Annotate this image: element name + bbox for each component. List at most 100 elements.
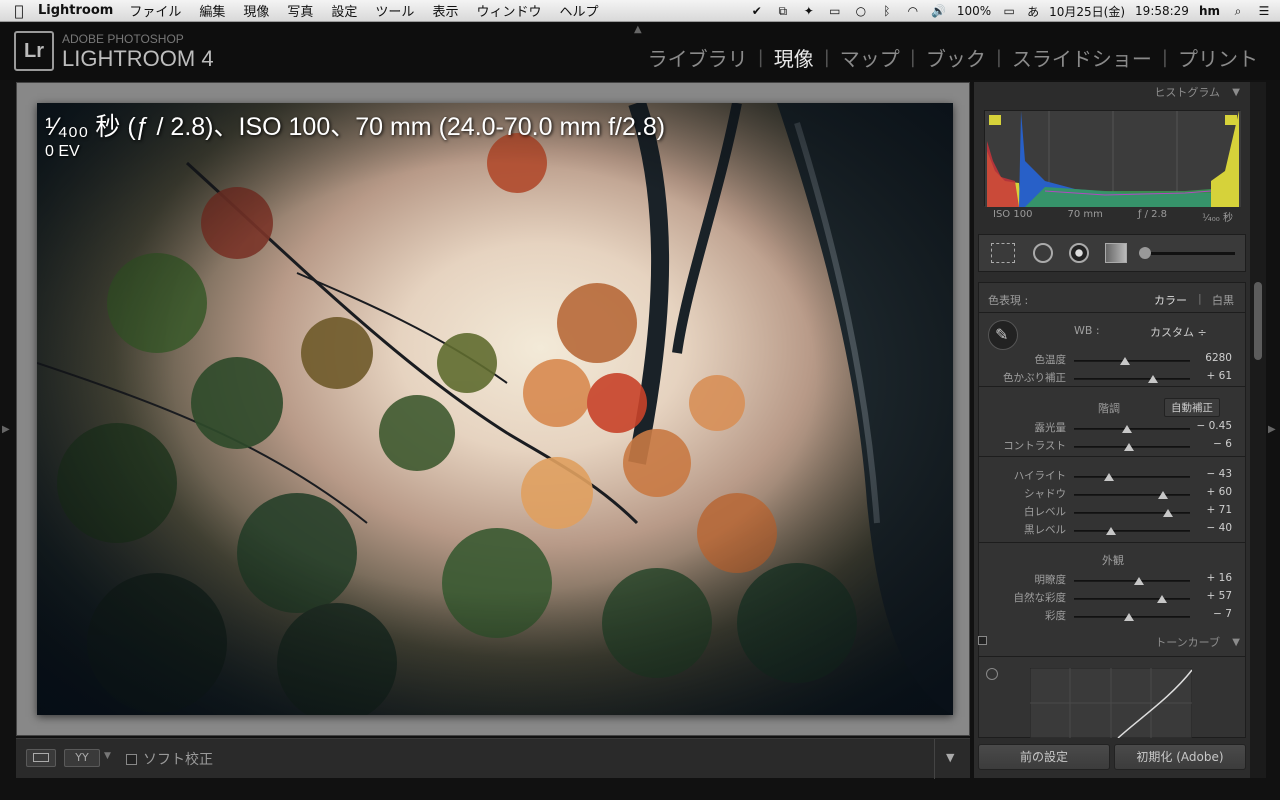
- slider-label-temp: 色温度: [1034, 354, 1067, 366]
- slider-knob-exposure[interactable]: [1122, 425, 1133, 433]
- target-adjust-icon[interactable]: [986, 668, 998, 680]
- right-panel-toggle-icon[interactable]: ▶: [1268, 424, 1276, 435]
- spot-removal-icon[interactable]: [1033, 243, 1053, 263]
- module-develop[interactable]: 現像: [764, 43, 824, 72]
- menu-file[interactable]: ファイル: [129, 1, 181, 20]
- slider-label-contrast: コントラスト: [1003, 440, 1066, 452]
- slider-knob-temp[interactable]: [1120, 357, 1131, 365]
- scrollbar-thumb[interactable]: [1254, 282, 1262, 360]
- tone-curve-toggle[interactable]: [978, 636, 987, 645]
- tone-curve-graph[interactable]: [1030, 668, 1192, 738]
- histogram[interactable]: ISO 100 70 mm ƒ / 2.8 ¹⁄₄₀₀ 秒: [984, 110, 1241, 224]
- slider-knob-highlights[interactable]: [1103, 473, 1114, 481]
- wb-dropdown[interactable]: カスタム ÷: [1150, 324, 1207, 340]
- wb-selector-button[interactable]: ✎: [988, 320, 1018, 350]
- slider-knob-whites[interactable]: [1162, 509, 1173, 517]
- auto-tone-button[interactable]: 自動補正: [1164, 398, 1220, 417]
- slider-track-shadows[interactable]: [1074, 494, 1190, 496]
- treatment-color-option[interactable]: カラー: [1154, 292, 1187, 308]
- menu-tools[interactable]: ツール: [375, 1, 414, 20]
- status-check-icon[interactable]: ✔: [749, 4, 765, 18]
- slider-knob-tint[interactable]: [1147, 375, 1158, 383]
- menubar-time[interactable]: 19:58:29: [1135, 4, 1189, 18]
- loupe-view-button[interactable]: [26, 749, 56, 767]
- right-panel-scrollbar[interactable]: [1250, 82, 1266, 778]
- slider-knob-clarity[interactable]: [1133, 577, 1144, 585]
- menu-app-name[interactable]: Lightroom: [38, 3, 113, 18]
- battery-icon[interactable]: ▭: [1001, 4, 1017, 18]
- slider-value-exposure[interactable]: − 0.45: [1190, 420, 1232, 432]
- slider-track-blacks[interactable]: [1074, 530, 1190, 532]
- adjustment-brush-slider[interactable]: [1143, 252, 1235, 255]
- module-book[interactable]: ブック: [916, 43, 996, 72]
- menu-help[interactable]: ヘルプ: [559, 1, 598, 20]
- red-eye-icon[interactable]: [1069, 243, 1089, 263]
- histogram-header[interactable]: ヒストグラム ▼: [974, 83, 1250, 103]
- image-view[interactable]: ¹⁄₄₀₀ 秒 (ƒ / 2.8)、ISO 100、70 mm (24.0-70…: [16, 82, 970, 736]
- adjustment-brush-icon[interactable]: [1139, 247, 1151, 259]
- battery-percent[interactable]: 100%: [957, 4, 991, 18]
- menu-view[interactable]: 表示: [432, 1, 458, 20]
- slider-value-vibrance[interactable]: + 57: [1190, 590, 1233, 602]
- module-library[interactable]: ライブラリ: [638, 43, 758, 72]
- spotlight-icon[interactable]: ⌕: [1230, 4, 1246, 18]
- input-method[interactable]: あ: [1027, 3, 1039, 20]
- slider-value-highlights[interactable]: − 43: [1190, 468, 1233, 480]
- slider-knob-saturation[interactable]: [1123, 613, 1134, 621]
- slider-value-temp[interactable]: 6280: [1190, 352, 1232, 364]
- slider-track-vibrance[interactable]: [1074, 598, 1190, 600]
- previous-settings-button[interactable]: 前の設定: [978, 744, 1110, 770]
- reset-button[interactable]: 初期化 (Adobe): [1114, 744, 1246, 770]
- slider-knob-vibrance[interactable]: [1157, 595, 1168, 603]
- airplay-icon[interactable]: ▭: [827, 4, 843, 18]
- mac-menubar:  Lightroom ファイル 編集 現像 写真 設定 ツール 表示 ウィンド…: [0, 0, 1280, 22]
- wifi-icon[interactable]: ◠: [905, 4, 921, 18]
- tone-curve-header[interactable]: トーンカーブ ▼: [974, 633, 1250, 653]
- collapse-triangle-icon: ▼: [1232, 87, 1240, 98]
- slider-value-blacks[interactable]: − 40: [1190, 522, 1233, 534]
- notification-center-icon[interactable]: ☰: [1256, 4, 1272, 18]
- before-after-button[interactable]: YY: [64, 749, 100, 767]
- chat-icon[interactable]: ○: [853, 4, 869, 18]
- menu-develop[interactable]: 現像: [243, 1, 269, 20]
- top-panel-toggle-icon[interactable]: ▲: [634, 24, 642, 35]
- slider-track-highlights[interactable]: [1074, 476, 1190, 478]
- volume-icon[interactable]: 🔊: [931, 4, 947, 18]
- slider-value-clarity[interactable]: + 16: [1190, 572, 1233, 584]
- toolbar-menu-icon[interactable]: ▼: [946, 751, 954, 764]
- slider-track-tint[interactable]: [1074, 378, 1190, 380]
- crop-tool-icon[interactable]: [991, 243, 1015, 263]
- before-after-dropdown-icon[interactable]: ▼: [104, 751, 111, 761]
- menubar-user[interactable]: hm: [1199, 4, 1220, 18]
- slider-track-clarity[interactable]: [1074, 580, 1190, 582]
- module-picker: ライブラリ | 現像 | マップ | ブック | スライドショー | プリント: [638, 43, 1268, 72]
- menu-settings[interactable]: 設定: [331, 1, 357, 20]
- slider-value-whites[interactable]: + 71: [1190, 504, 1233, 516]
- photo-maple-leaves[interactable]: ¹⁄₄₀₀ 秒 (ƒ / 2.8)、ISO 100、70 mm (24.0-70…: [37, 103, 953, 715]
- bluetooth-icon[interactable]: ᛒ: [879, 4, 895, 18]
- module-map[interactable]: マップ: [830, 43, 910, 72]
- slider-knob-shadows[interactable]: [1158, 491, 1169, 499]
- soft-proof-checkbox[interactable]: [126, 753, 137, 765]
- apple-icon[interactable]: : [0, 2, 38, 20]
- menu-edit[interactable]: 編集: [199, 1, 225, 20]
- slider-track-temp[interactable]: [1074, 360, 1190, 362]
- graduated-filter-icon[interactable]: [1105, 243, 1127, 263]
- menu-window[interactable]: ウィンドウ: [476, 1, 541, 20]
- menubar-date[interactable]: 10月25日(金): [1049, 3, 1125, 20]
- module-print[interactable]: プリント: [1168, 43, 1268, 72]
- slider-value-saturation[interactable]: − 7: [1190, 608, 1232, 620]
- slider-label-clarity: 明瞭度: [1034, 574, 1067, 586]
- module-slideshow[interactable]: スライドショー: [1002, 43, 1162, 72]
- menu-photo[interactable]: 写真: [287, 1, 313, 20]
- slider-knob-contrast[interactable]: [1123, 443, 1134, 451]
- dropbox-icon[interactable]: ✦: [801, 4, 817, 18]
- treatment-bw-option[interactable]: 白黒: [1212, 292, 1234, 308]
- slider-value-tint[interactable]: + 61: [1190, 370, 1233, 382]
- left-panel-toggle-icon[interactable]: ▶: [2, 424, 10, 435]
- slider-knob-blacks[interactable]: [1106, 527, 1117, 535]
- slider-value-shadows[interactable]: + 60: [1190, 486, 1233, 498]
- status-copy-icon[interactable]: ⧉: [775, 4, 791, 18]
- photo-info-overlay: ¹⁄₄₀₀ 秒 (ƒ / 2.8)、ISO 100、70 mm (24.0-70…: [45, 113, 666, 141]
- slider-value-contrast[interactable]: − 6: [1190, 438, 1232, 450]
